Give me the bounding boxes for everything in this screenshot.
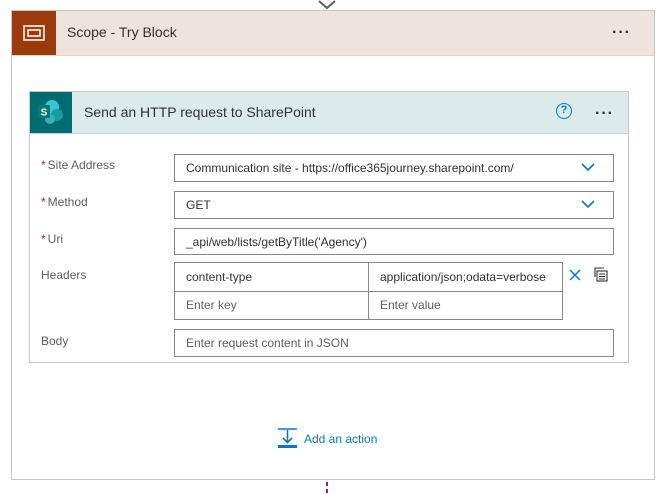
svg-text:S: S [41, 108, 48, 119]
add-action-button[interactable]: Add an action [304, 432, 377, 446]
sharepoint-http-action-card: S Send an HTTP request to SharePoint ? ·… [29, 91, 629, 363]
required-marker: * [41, 232, 46, 246]
sharepoint-icon: S [30, 92, 72, 133]
required-marker: * [41, 158, 46, 172]
help-icon[interactable]: ? [556, 103, 572, 119]
scope-title: Scope - Try Block [67, 24, 177, 40]
required-marker: * [41, 195, 46, 209]
delete-header-icon[interactable] [569, 269, 581, 281]
method-label-text: Method [47, 195, 88, 209]
uri-input[interactable]: _api/web/lists/getByTitle('Agency') [174, 228, 614, 255]
header-key-placeholder: Enter key [186, 298, 237, 312]
body-input[interactable]: Enter request content in JSON [174, 329, 614, 357]
new-header-key-input[interactable]: Enter key [174, 291, 369, 320]
scope-more-options-icon[interactable]: ··· [612, 25, 631, 41]
method-value: GET [186, 198, 211, 212]
body-placeholder: Enter request content in JSON [186, 336, 349, 350]
header-value-value: application/json;odata=verbose [380, 270, 546, 284]
uri-value: _api/web/lists/getByTitle('Agency') [186, 235, 367, 249]
header-key-value: content-type [186, 270, 253, 284]
method-label: * Method [41, 195, 88, 209]
action-card-header[interactable]: S Send an HTTP request to SharePoint ? ·… [30, 92, 628, 134]
action-title: Send an HTTP request to SharePoint [84, 104, 316, 120]
scope-icon [12, 11, 56, 55]
headers-label: Headers [41, 268, 87, 282]
uri-label-text: Uri [47, 232, 63, 246]
header-value-input[interactable]: application/json;odata=verbose [368, 262, 563, 292]
new-header-value-input[interactable]: Enter value [368, 291, 563, 320]
scope-header[interactable]: Scope - Try Block ··· [12, 11, 654, 56]
chevron-down-icon[interactable] [581, 199, 595, 209]
uri-label: * Uri [41, 232, 63, 246]
body-label: Body [41, 334, 69, 348]
site-address-label-text: Site Address [47, 158, 116, 172]
flow-connector-line [326, 482, 328, 494]
chevron-down-icon[interactable] [581, 162, 595, 172]
add-action-icon[interactable] [277, 428, 298, 449]
scope-container: Scope - Try Block ··· S Send an HTTP req… [11, 10, 655, 480]
site-address-value: Communication site - https://office365jo… [186, 161, 514, 175]
header-value-placeholder: Enter value [380, 298, 441, 312]
site-address-label: * Site Address [41, 158, 115, 172]
method-dropdown[interactable]: GET [174, 191, 614, 219]
action-more-options-icon[interactable]: ··· [595, 106, 614, 122]
site-address-dropdown[interactable]: Communication site - https://office365jo… [174, 154, 614, 182]
header-key-input[interactable]: content-type [174, 262, 369, 292]
switch-to-text-mode-icon[interactable] [594, 267, 609, 282]
